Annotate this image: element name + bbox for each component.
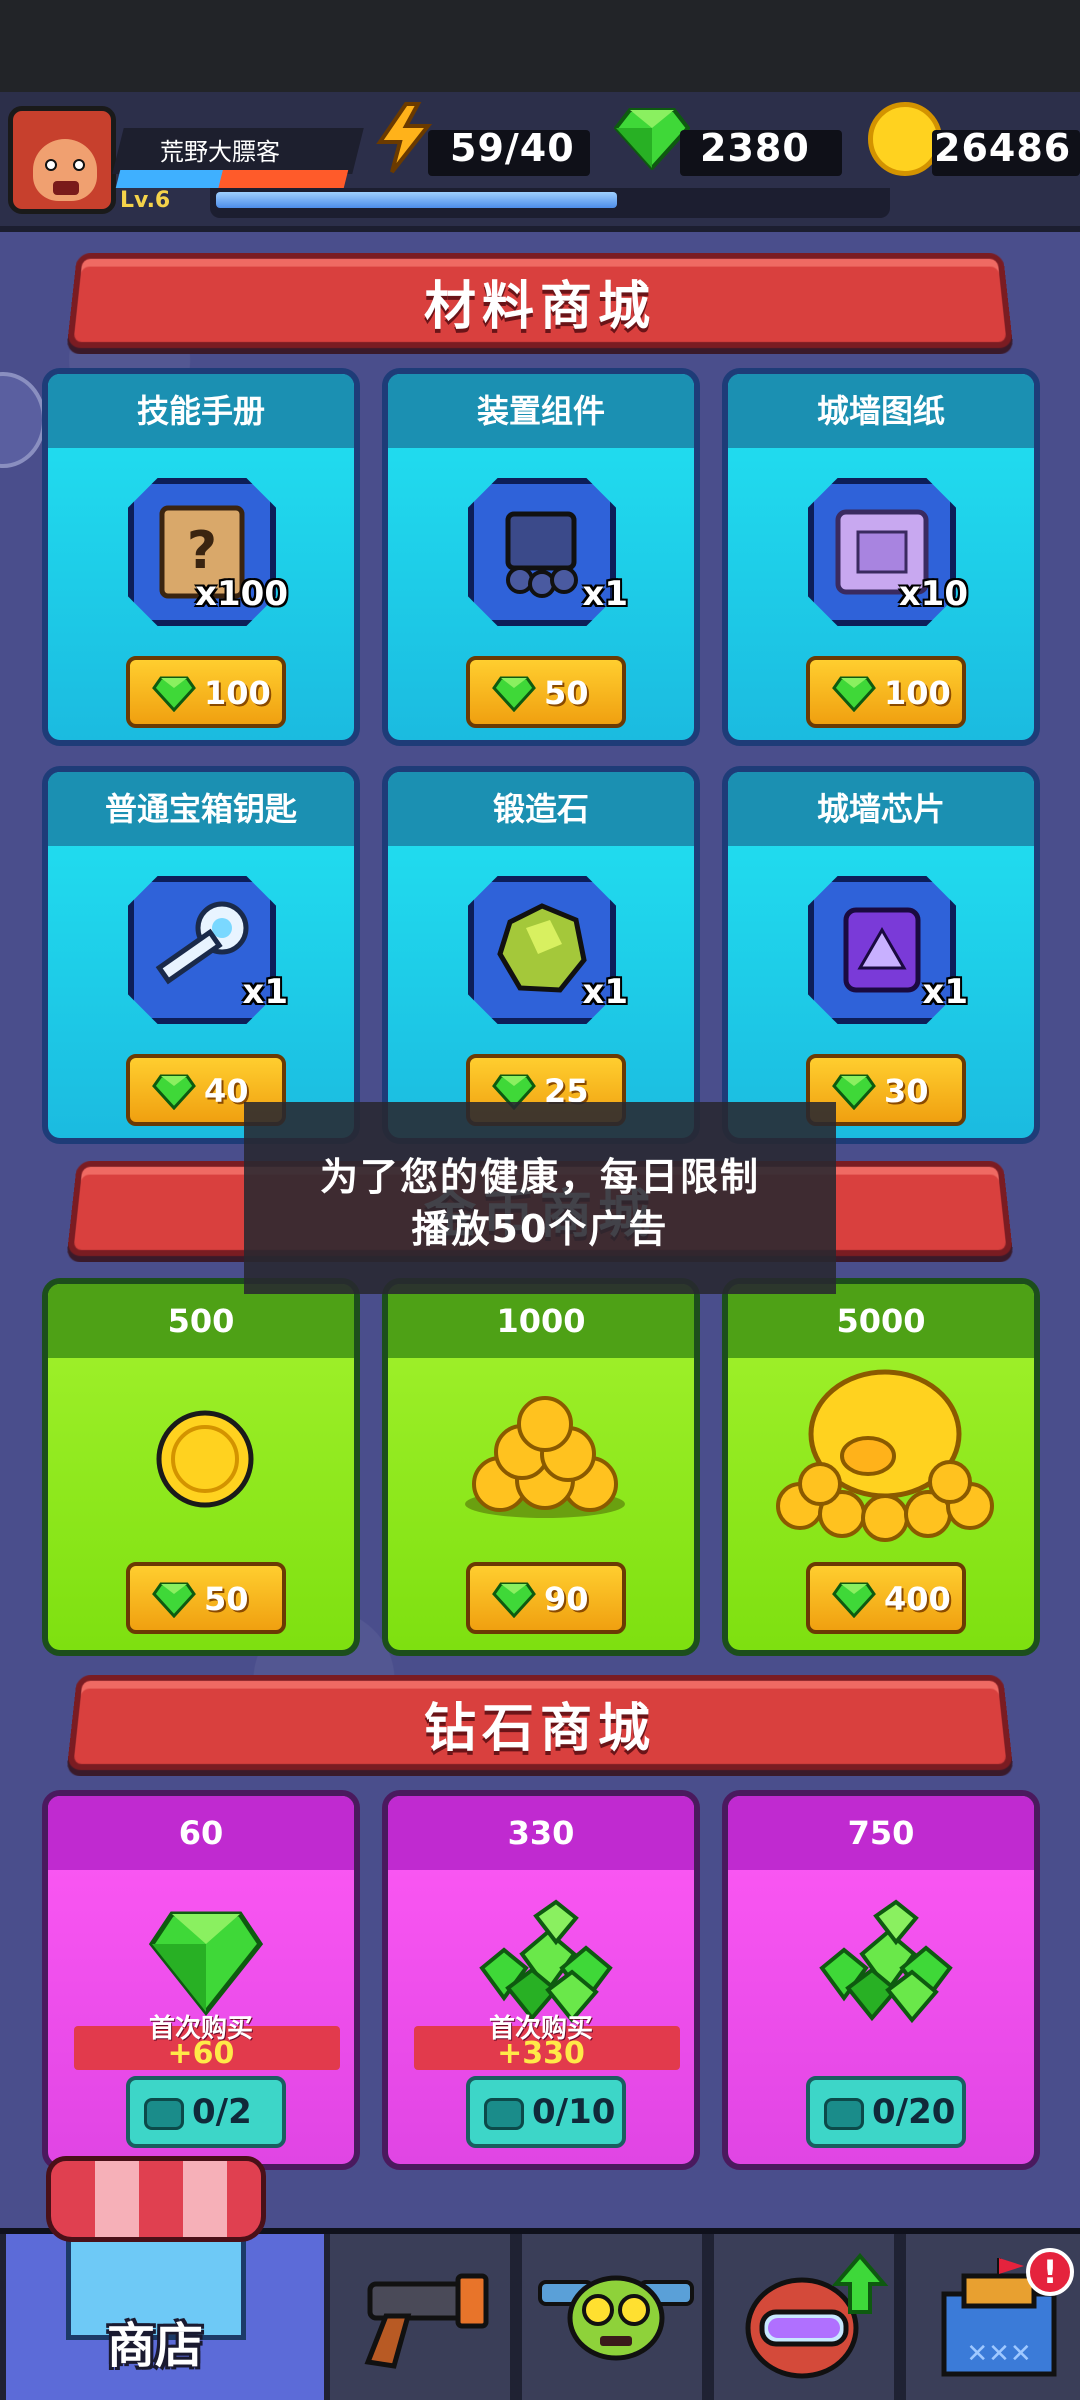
nav-tab-zombies[interactable] — [516, 2234, 702, 2400]
nav-shop-label: 商店 — [106, 2318, 203, 2374]
energy-value: 59/40 — [450, 126, 575, 170]
tv-icon — [484, 2098, 524, 2130]
ad-progress: 0/2 — [192, 2092, 252, 2132]
material-name: 普通宝箱钥匙 — [48, 772, 354, 846]
price-value: 100 — [204, 674, 271, 712]
player-name: 荒野大膘客 — [160, 138, 280, 166]
diamond-amount: 750 — [728, 1796, 1034, 1870]
material-quantity: x1 — [922, 972, 968, 1012]
coins-value: 26486 — [934, 126, 1072, 170]
gold-amount: 500 — [48, 1284, 354, 1358]
diamond-amount: 60 — [48, 1796, 354, 1870]
material-name: 技能手册 — [48, 374, 354, 448]
coin-icon — [868, 102, 942, 176]
material-name: 城墙图纸 — [728, 374, 1034, 448]
material-card[interactable]: 技能手册? x100 100 — [42, 368, 360, 746]
ad-progress: 0/10 — [532, 2092, 616, 2132]
castle-alert-badge: ! — [1026, 2248, 1074, 2296]
gun-icon — [364, 2273, 489, 2369]
hero-upgrade-icon — [745, 2252, 889, 2379]
svg-text:?: ? — [187, 521, 217, 581]
material-name: 装置组件 — [388, 374, 694, 448]
diamond-title: 钻石商城 — [423, 1699, 656, 1759]
material-card[interactable]: 城墙图纸 x10 100 — [722, 368, 1040, 746]
golden-pig-icon — [760, 1356, 1010, 1550]
price-value: 50 — [204, 1580, 249, 1618]
top-hud: 荒野大膘客 Lv.6 59/40 2380 26486 — [0, 92, 1080, 232]
gold-pack-card[interactable]: 500 50 — [42, 1278, 360, 1656]
gems-value: 2380 — [700, 126, 810, 170]
gold-pack-card[interactable]: 1000 90 — [382, 1278, 700, 1656]
player-avatar[interactable] — [8, 106, 116, 214]
ad-progress: 0/20 — [872, 2092, 956, 2132]
price-value: 30 — [884, 1072, 929, 1110]
material-name: 锻造石 — [388, 772, 694, 846]
player-level: Lv.6 — [120, 188, 171, 213]
material-quantity: x1 — [582, 972, 628, 1012]
ad-limit-toast: 为了您的健康，每日限制 播放50个广告 — [244, 1102, 836, 1294]
svg-text:✕✕✕: ✕✕✕ — [966, 2339, 1031, 2369]
first-buy-bonus: +330 — [497, 2036, 585, 2071]
nav-tab-weapons[interactable] — [324, 2234, 510, 2400]
health-bar — [115, 170, 349, 188]
price-value: 100 — [884, 674, 951, 712]
material-card[interactable]: 装置组件 x1 50 — [382, 368, 700, 746]
material-card[interactable]: 普通宝箱钥匙 x1 40 — [42, 766, 360, 1144]
gold-pack-card[interactable]: 5000 400 — [722, 1278, 1040, 1656]
price-value: 90 — [544, 1580, 589, 1618]
material-card[interactable]: 锻造石 x1 25 — [382, 766, 700, 1144]
gold-amount: 1000 — [388, 1284, 694, 1358]
system-status-bar — [0, 0, 1080, 92]
buy-button[interactable]: 50 — [126, 1562, 286, 1634]
coin-pile-icon — [450, 1384, 640, 1528]
material-quantity: x1 — [242, 972, 288, 1012]
watch-ad-button[interactable]: 0/20 — [806, 2076, 966, 2148]
gem-pile-icon — [792, 1898, 982, 2032]
watch-ad-button[interactable]: 0/10 — [466, 2076, 626, 2148]
coin-icon — [150, 1404, 260, 1518]
zombie-icon — [538, 2275, 694, 2361]
gem-icon — [614, 108, 690, 170]
gold-amount: 5000 — [728, 1284, 1034, 1358]
toast-line-2: 播放50个广告 — [411, 1207, 669, 1251]
diamond-pack-card[interactable]: 330 首次购买 +330 0/10 — [382, 1790, 700, 2170]
material-card[interactable]: 城墙芯片 x1 30 — [722, 766, 1040, 1144]
diamond-pack-card[interactable]: 60 首次购买 +60 0/2 — [42, 1790, 360, 2170]
gem-icon — [146, 1908, 266, 2022]
material-quantity: x1 — [582, 574, 628, 614]
watch-ad-button[interactable]: 0/2 — [126, 2076, 286, 2148]
material-quantity: x10 — [898, 574, 968, 614]
price-value: 400 — [884, 1580, 951, 1618]
nav-tab-heroes[interactable] — [708, 2234, 894, 2400]
buy-button[interactable]: 90 — [466, 1562, 626, 1634]
material-quantity: x100 — [195, 574, 288, 614]
tv-icon — [144, 2098, 184, 2130]
avatar-mouth — [53, 181, 79, 195]
tv-icon — [824, 2098, 864, 2130]
price-value: 50 — [544, 674, 589, 712]
shop-icon — [46, 2156, 266, 2242]
avatar-eye — [45, 159, 57, 171]
energy-bolt-icon — [376, 102, 432, 174]
buy-button[interactable]: 400 — [806, 1562, 966, 1634]
buy-button[interactable]: 100 — [806, 656, 966, 728]
xp-fill — [216, 192, 617, 208]
diamond-pack-card[interactable]: 750 0/20 — [722, 1790, 1040, 2170]
avatar-eye — [73, 159, 85, 171]
price-value: 40 — [204, 1072, 249, 1110]
material-name: 城墙芯片 — [728, 772, 1034, 846]
diamond-amount: 330 — [388, 1796, 694, 1870]
buy-button[interactable]: 100 — [126, 656, 286, 728]
materials-title: 材料商城 — [423, 277, 656, 337]
buy-button[interactable]: 50 — [466, 656, 626, 728]
first-buy-bonus: +60 — [167, 2036, 235, 2071]
toast-line-1: 为了您的健康，每日限制 — [319, 1155, 760, 1199]
